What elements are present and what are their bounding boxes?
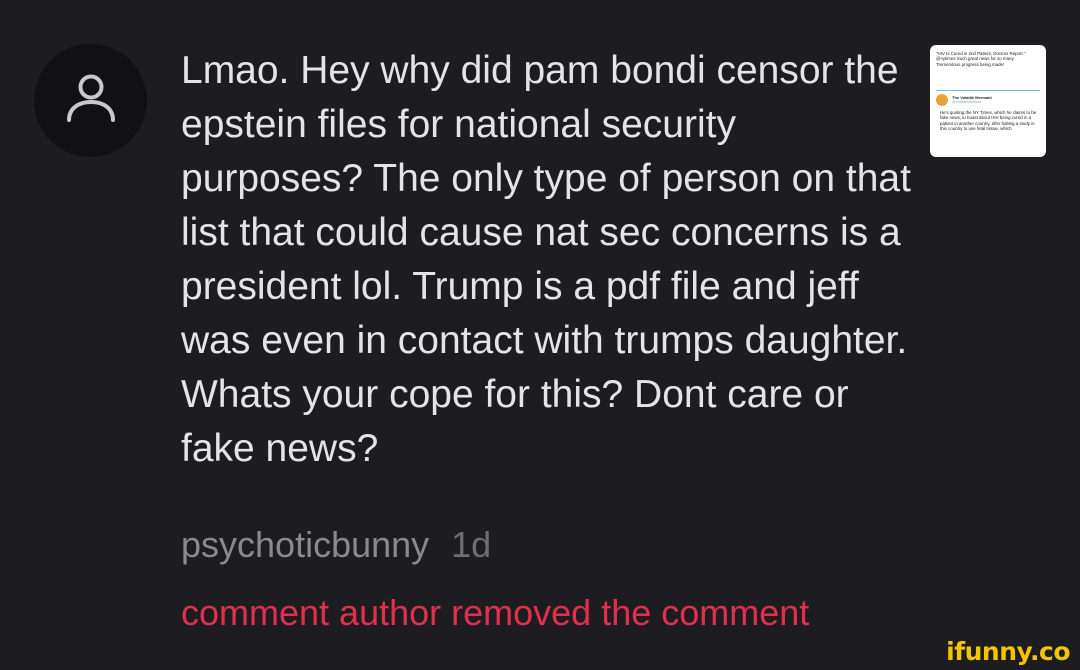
attachment-reply: He's quoting the NY Times, which he clai… xyxy=(940,110,1037,132)
attachment-author-handle: @VolatileMermaid xyxy=(952,100,982,105)
comment-meta: psychoticbunny 1d xyxy=(181,524,491,566)
user-icon xyxy=(63,70,119,131)
avatar[interactable] xyxy=(34,44,147,157)
comment-text: Lmao. Hey why did pam bondi censor the e… xyxy=(181,49,911,470)
attachment-quote: "HIV Is Cured in 2nd Patient, Doctors Re… xyxy=(936,51,1026,67)
username[interactable]: psychoticbunny xyxy=(181,524,429,565)
ifunny-logo: ifunny.co xyxy=(946,637,1070,666)
comment-age: 1d xyxy=(451,524,492,565)
divider xyxy=(936,90,1040,91)
attachment-avatar xyxy=(936,94,948,106)
attachment-thumbnail[interactable]: "HIV Is Cured in 2nd Patient, Doctors Re… xyxy=(930,45,1046,157)
removed-status: comment author removed the comment xyxy=(181,592,810,633)
